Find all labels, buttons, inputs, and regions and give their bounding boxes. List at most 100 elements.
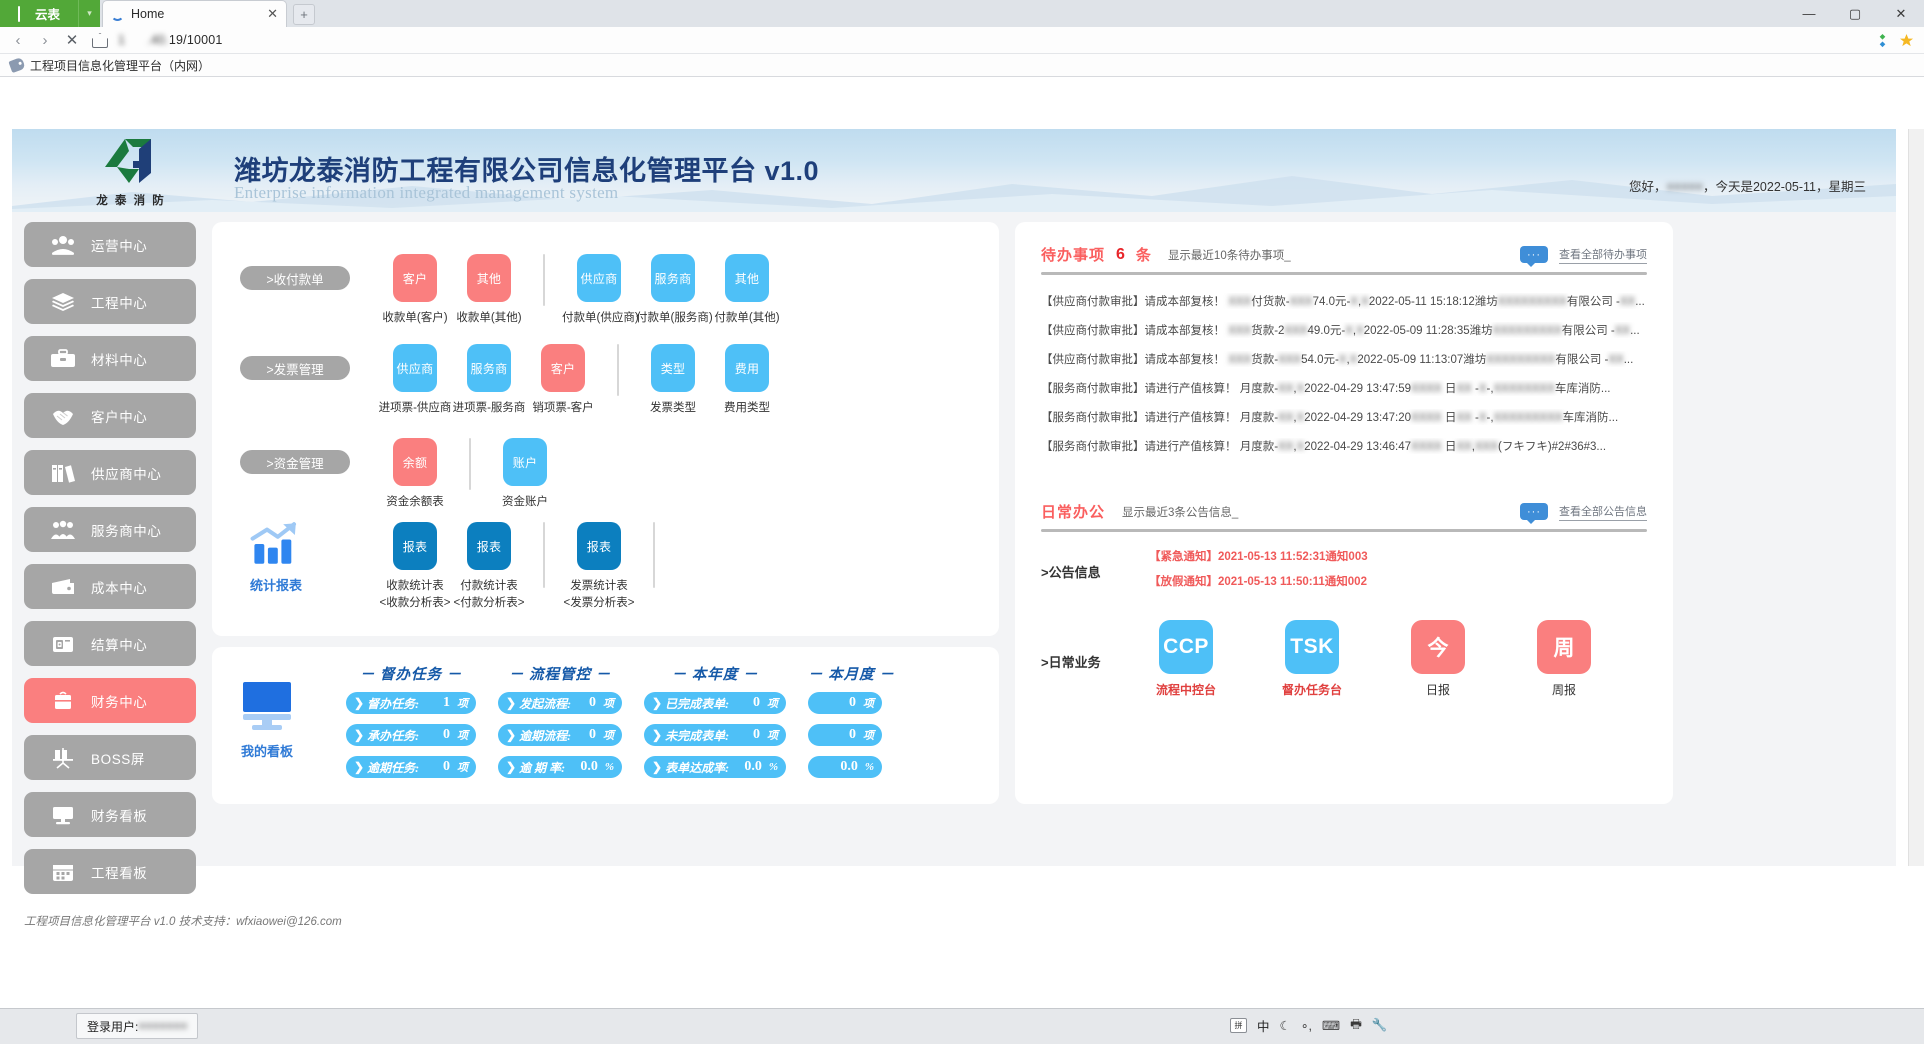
todo-more-link[interactable]: 查看全部待办事项 <box>1559 246 1647 264</box>
board-stat-pill[interactable]: ❯ 督办任务: 1 项 <box>346 692 476 714</box>
report-tile[interactable]: 报表 发票统计表 <发票分析表> <box>562 522 636 610</box>
board-stat-pill[interactable]: ❯ 逾 期 率: 0.0% <box>498 756 622 778</box>
sidebar-item-8[interactable]: 财务中心 <box>24 678 196 723</box>
module-tile[interactable]: 费用 费用类型 <box>710 344 784 415</box>
module-tile[interactable]: 供应商 进项票-供应商 <box>378 344 452 415</box>
module-tile[interactable]: 客户 收款单(客户) <box>378 254 452 325</box>
message-icon[interactable]: ··· <box>1520 246 1548 267</box>
extension-icon[interactable] <box>1875 33 1890 48</box>
redacted-text: XX <box>1278 441 1294 453</box>
board-column-0: － 督办任务 － ❯ 督办任务: 1 项 ❯ 承办任务: 0 项 ❯ 逾期任务: 0 项 <box>346 659 476 788</box>
biz-entry-0[interactable]: CCP 流程中控台 <box>1149 620 1223 698</box>
todo-more: ··· 查看全部待办事项 <box>1520 246 1647 267</box>
sidebar-item-6[interactable]: 成本中心 <box>24 564 196 609</box>
report-tile[interactable]: 报表 收款统计表 <收款分析表> <box>378 522 452 610</box>
board-stat-pill[interactable]: ❯ 承办任务: 0 项 <box>346 724 476 746</box>
notice-label[interactable]: >公告信息 <box>1041 548 1149 598</box>
biz-entry-3[interactable]: 周周报 <box>1527 620 1601 698</box>
notice-item[interactable]: 【紧急通知】2021-05-13 11:52:31通知003 <box>1149 548 1647 564</box>
forward-icon[interactable]: › <box>37 32 53 49</box>
my-board-entry[interactable]: 我的看板 <box>212 659 322 760</box>
module-tile[interactable]: 类型 发票类型 <box>636 344 710 415</box>
board-stat-pill[interactable]: 0项 <box>808 692 882 714</box>
stat-value: 0 <box>753 695 760 710</box>
sidebar-item-9[interactable]: BOSS屏 <box>24 735 196 780</box>
sidebar-item-7[interactable]: 结算中心 <box>24 621 196 666</box>
board-stat-pill[interactable]: ❯ 已完成表单: 0 项 <box>644 692 786 714</box>
module-tile[interactable]: 客户 销项票-客户 <box>526 344 600 415</box>
biz-entry-2[interactable]: 今日报 <box>1401 620 1475 698</box>
sidebar-item-3[interactable]: 客户中心 <box>24 393 196 438</box>
address-bar-actions <box>1875 33 1914 48</box>
minimize-button[interactable]: — <box>1786 0 1832 27</box>
moon-icon[interactable]: ☾ <box>1280 1018 1291 1033</box>
home-icon[interactable] <box>91 33 107 47</box>
browser-titlebar: 云表 ▾ Home ✕ + — ▢ ✕ <box>0 0 1924 27</box>
group-pill-1[interactable]: >发票管理 <box>240 356 350 380</box>
todo-list-item[interactable]: 【供应商付款审批】请成本部复核！ XXX货款-2XXX49.0元-X,X2022… <box>1041 322 1647 338</box>
tile-divider <box>617 344 619 396</box>
maximize-button[interactable]: ▢ <box>1832 0 1878 27</box>
sidebar-item-10[interactable]: 财务看板 <box>24 792 196 837</box>
bookmark-item[interactable]: 工程项目信息化管理平台（内网） <box>30 57 210 74</box>
board-stat-pill[interactable]: ❯ 未完成表单: 0 项 <box>644 724 786 746</box>
browser-tab-home[interactable]: Home ✕ <box>102 0 287 27</box>
module-tile[interactable]: 其他 付款单(其他) <box>710 254 784 325</box>
office-more-link[interactable]: 查看全部公告信息 <box>1559 503 1647 521</box>
new-tab-button[interactable]: + <box>293 4 315 25</box>
stat-value: 0 <box>753 727 760 742</box>
biz-label[interactable]: >日常业务 <box>1041 620 1149 671</box>
board-stat-pill[interactable]: ❯ 逾期任务: 0 项 <box>346 756 476 778</box>
module-tile[interactable]: 其他 收款单(其他) <box>452 254 526 325</box>
taskbar-login-item[interactable]: 登录用户: ××××××× <box>76 1013 199 1039</box>
sidebar-item-5[interactable]: 服务商中心 <box>24 507 196 552</box>
back-icon[interactable]: ‹ <box>10 32 26 49</box>
stat-unit: % <box>604 761 614 773</box>
board-stat-pill[interactable]: 0.0% <box>808 756 882 778</box>
keyboard-icon[interactable]: ⌨ <box>1322 1018 1340 1033</box>
stat-label: 逾 期 率: <box>519 760 566 775</box>
tool-icon[interactable]: 🔧 <box>1372 1018 1388 1033</box>
bookmark-star-icon[interactable] <box>1899 33 1914 48</box>
board-stat-pill[interactable]: ❯ 发起流程: 0 项 <box>498 692 622 714</box>
dots-icon[interactable]: ∘, <box>1301 1018 1312 1033</box>
todo-list-item[interactable]: 【供应商付款审批】请成本部复核！ XXX货款-XXX54.0元-X,X2022-… <box>1041 351 1647 367</box>
sidebar-item-11[interactable]: 工程看板 <box>24 849 196 894</box>
module-tile[interactable]: 服务商 进项票-服务商 <box>452 344 526 415</box>
module-tile[interactable]: 余额 资金余额表 <box>378 438 452 509</box>
close-icon[interactable]: ✕ <box>267 6 278 22</box>
report-tile[interactable]: 报表 付款统计表 <付款分析表> <box>452 522 526 610</box>
todo-list-item[interactable]: 【服务商付款审批】请进行产值核算！ 月度款-XX,X2022-04-29 13:… <box>1041 438 1647 454</box>
window-close-button[interactable]: ✕ <box>1878 0 1924 27</box>
ime-icon[interactable]: 拼 <box>1230 1018 1247 1033</box>
sidebar-item-2[interactable]: 材料中心 <box>24 336 196 381</box>
sidebar-item-0[interactable]: 运营中心 <box>24 222 196 267</box>
briefcase-icon <box>50 690 76 712</box>
todo-title: 待办事项 <box>1041 248 1106 264</box>
stop-icon[interactable]: ✕ <box>64 31 80 49</box>
brand-button[interactable]: 云表 <box>0 0 78 27</box>
module-tile[interactable]: 供应商 付款单(供应商) <box>562 254 639 325</box>
url-text[interactable]: 1 .40.19/10001 <box>118 33 223 47</box>
ime-mode-label[interactable]: 中 <box>1257 1016 1270 1035</box>
group-pill-0[interactable]: >收付款单 <box>240 266 350 290</box>
brand-dropdown-icon[interactable]: ▾ <box>78 0 100 27</box>
biz-entry-1[interactable]: TSK 督办任务台 <box>1275 620 1349 698</box>
printer-icon[interactable]: 🖶 <box>1350 1015 1362 1036</box>
module-tile[interactable]: 服务商 付款单(服务商) <box>636 254 713 325</box>
statistics-report-entry[interactable]: 统计报表 <box>240 522 312 594</box>
notice-item[interactable]: 【放假通知】2021-05-13 11:50:11通知002 <box>1149 573 1647 589</box>
group-pill-2[interactable]: >资金管理 <box>240 450 350 474</box>
sidebar-item-1[interactable]: 工程中心 <box>24 279 196 324</box>
message-icon[interactable]: ··· <box>1520 503 1548 524</box>
todo-list-item[interactable]: 【供应商付款审批】请成本部复核！ XXX付货款-XXX74.0元-X,X2022… <box>1041 293 1647 309</box>
todo-list-item[interactable]: 【服务商付款审批】请进行产值核算！ 月度款-XX,X2022-04-29 13:… <box>1041 380 1647 396</box>
board-stat-pill[interactable]: ❯ 逾期流程: 0 项 <box>498 724 622 746</box>
sidebar-item-4[interactable]: 供应商中心 <box>24 450 196 495</box>
todo-list-item[interactable]: 【服务商付款审批】请进行产值核算！ 月度款-XX,X2022-04-29 13:… <box>1041 409 1647 425</box>
vertical-scrollbar[interactable] <box>1908 129 1924 866</box>
board-stat-pill[interactable]: 0项 <box>808 724 882 746</box>
board-stat-pill[interactable]: ❯ 表单达成率: 0.0% <box>644 756 786 778</box>
browser-window: 云表 ▾ Home ✕ + — ▢ ✕ ‹ › ✕ 1 .40.19/10001 <box>0 0 1924 1044</box>
module-tile[interactable]: 账户 资金账户 <box>488 438 562 509</box>
